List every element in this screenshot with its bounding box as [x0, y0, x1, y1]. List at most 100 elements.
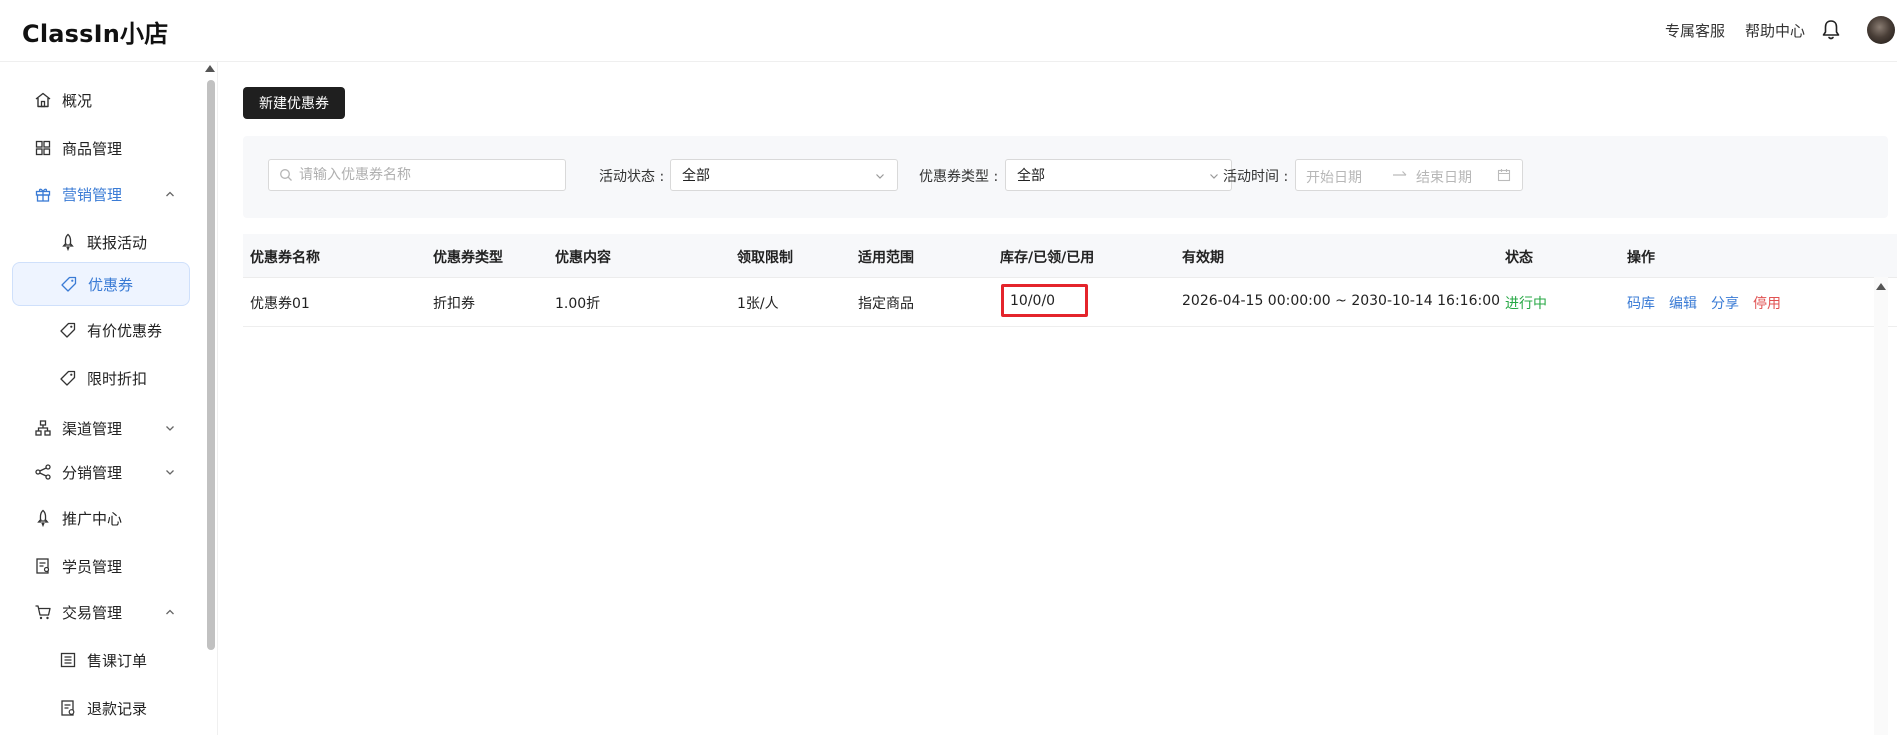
sidebar-item-overview[interactable]: 概况 — [12, 78, 190, 122]
type-filter-label: 优惠券类型 : — [919, 169, 999, 185]
type-select-value: 全部 — [1017, 168, 1045, 184]
filter-panel: 活动状态 : 全部 优惠券类型 : 全部 活动时间 : 开始日期 结束日期 — [243, 136, 1888, 218]
sidebar-item-course-orders[interactable]: 售课订单 — [12, 638, 190, 682]
sitemap-icon — [35, 420, 51, 436]
cart-icon — [35, 605, 51, 620]
sidebar-item-label: 退款记录 — [87, 699, 148, 718]
chevron-down-icon — [166, 470, 174, 475]
sidebar-item-paid-coupons[interactable]: 有价优惠券 — [12, 308, 190, 352]
start-date-input[interactable]: 开始日期 — [1306, 167, 1362, 187]
sidebar-item-coupons[interactable]: 优惠券 — [12, 262, 190, 306]
code-library-link[interactable]: 码库 — [1627, 293, 1655, 313]
sidebar-item-promotion-center[interactable]: 推广中心 — [12, 496, 190, 540]
sidebar-item-distribution[interactable]: 分销管理 — [12, 450, 190, 494]
tag-icon — [60, 322, 76, 338]
chevron-down-icon — [876, 174, 884, 179]
time-filter-label: 活动时间 : — [1223, 169, 1289, 185]
sidebar-item-bundle-activity[interactable]: 联报活动 — [12, 220, 190, 264]
avatar[interactable] — [1867, 16, 1895, 44]
column-header-stock: 库存/已领/已用 — [1000, 250, 1095, 266]
sidebar-item-label: 概况 — [62, 91, 93, 110]
tag-icon — [61, 276, 77, 292]
sidebar-item-label: 商品管理 — [62, 139, 123, 158]
date-range-picker[interactable]: 开始日期 结束日期 — [1295, 159, 1523, 191]
gift-icon — [35, 188, 51, 202]
chevron-down-icon — [1210, 174, 1218, 179]
sidebar-scroll-up-button[interactable] — [205, 65, 215, 72]
disable-link[interactable]: 停用 — [1753, 293, 1781, 313]
sidebar-item-label: 交易管理 — [62, 603, 123, 622]
end-date-input[interactable]: 结束日期 — [1416, 167, 1472, 187]
sidebar-item-label: 推广中心 — [62, 509, 123, 528]
tag-icon — [60, 370, 76, 386]
column-header-validity: 有效期 — [1182, 250, 1224, 266]
home-icon — [35, 92, 51, 108]
sidebar-item-flash-discount[interactable]: 限时折扣 — [12, 356, 190, 400]
new-coupon-button[interactable]: 新建优惠券 — [243, 87, 345, 119]
sidebar-item-label: 联报活动 — [87, 233, 148, 252]
sidebar-item-label: 分销管理 — [62, 463, 123, 482]
chevron-up-icon — [166, 609, 174, 615]
cell-content: 1.00折 — [555, 296, 601, 312]
column-header-actions: 操作 — [1627, 250, 1655, 266]
app-logo[interactable]: ClassIn小店 — [22, 14, 168, 49]
cell-scope: 指定商品 — [858, 296, 914, 312]
bell-icon[interactable] — [1821, 19, 1841, 41]
cell-name: 优惠券01 — [250, 296, 310, 312]
arrow-right-icon — [1393, 171, 1407, 176]
main-content: 新建优惠券 活动状态 : 全部 优惠券类型 : 全部 活动时间 : 开始日期 结… — [218, 62, 1897, 735]
rocket-icon — [62, 233, 74, 251]
student-icon — [36, 558, 50, 574]
sidebar-item-products[interactable]: 商品管理 — [12, 126, 190, 170]
column-header-scope: 适用范围 — [858, 250, 914, 266]
status-badge: 进行中 — [1505, 296, 1547, 312]
table-scrollbar[interactable] — [1874, 277, 1888, 735]
grid-icon — [35, 140, 51, 156]
table-row: 优惠券01 折扣券 1.00折 1张/人 指定商品 10/0/0 2026-04… — [243, 278, 1897, 327]
rocket-icon — [37, 509, 49, 527]
edit-link[interactable]: 编辑 — [1669, 293, 1697, 313]
column-header-content: 优惠内容 — [555, 250, 611, 266]
refund-icon — [61, 700, 75, 716]
sidebar-item-label: 营销管理 — [62, 185, 123, 204]
sidebar-item-label: 学员管理 — [62, 557, 123, 576]
cell-validity: 2026-04-15 00:00:00 ~ 2030-10-14 16:16:0… — [1182, 293, 1501, 309]
cell-limit: 1张/人 — [737, 296, 779, 312]
sidebar-item-label: 售课订单 — [87, 651, 148, 670]
column-header-limit: 领取限制 — [737, 250, 793, 266]
column-header-name: 优惠券名称 — [250, 250, 320, 266]
calendar-icon — [1497, 169, 1511, 182]
column-header-type: 优惠券类型 — [433, 250, 503, 266]
sidebar: 概况 商品管理 营销管理 联报活动 优惠券 有价优惠券 限时折扣 渠道管理 分销… — [0, 62, 218, 735]
sidebar-scrollbar[interactable] — [207, 80, 215, 650]
chevron-down-icon — [166, 426, 174, 431]
share-icon — [35, 464, 51, 480]
help-center-link[interactable]: 帮助中心 — [1745, 20, 1805, 41]
chevron-up-icon — [166, 191, 174, 197]
search-field[interactable] — [268, 159, 566, 191]
top-header: ClassIn小店 专属客服 帮助中心 — [0, 0, 1897, 62]
sidebar-item-label: 渠道管理 — [62, 419, 123, 438]
column-header-status: 状态 — [1505, 250, 1533, 266]
customer-service-link[interactable]: 专属客服 — [1665, 20, 1725, 41]
sidebar-item-students[interactable]: 学员管理 — [12, 544, 190, 588]
cell-stock: 10/0/0 — [1010, 293, 1056, 309]
table-scroll-up-button[interactable] — [1876, 283, 1886, 290]
search-input[interactable] — [299, 167, 549, 183]
sidebar-item-refunds[interactable]: 退款记录 — [12, 686, 190, 730]
status-select-value: 全部 — [682, 168, 710, 184]
sidebar-item-label: 限时折扣 — [87, 369, 148, 388]
sidebar-item-transactions[interactable]: 交易管理 — [12, 590, 190, 634]
sidebar-item-label: 有价优惠券 — [87, 321, 163, 340]
list-icon — [60, 652, 76, 668]
share-link[interactable]: 分享 — [1711, 293, 1739, 313]
cell-type: 折扣券 — [433, 296, 475, 312]
table-header: 优惠券名称 优惠券类型 优惠内容 领取限制 适用范围 库存/已领/已用 有效期 … — [243, 234, 1897, 278]
sidebar-item-channels[interactable]: 渠道管理 — [12, 406, 190, 450]
status-filter-label: 活动状态 : — [599, 169, 665, 185]
status-select[interactable]: 全部 — [670, 159, 898, 191]
type-select[interactable]: 全部 — [1005, 159, 1232, 191]
sidebar-item-marketing[interactable]: 营销管理 — [12, 172, 190, 216]
search-icon — [280, 169, 292, 181]
sidebar-item-label: 优惠券 — [88, 275, 134, 294]
